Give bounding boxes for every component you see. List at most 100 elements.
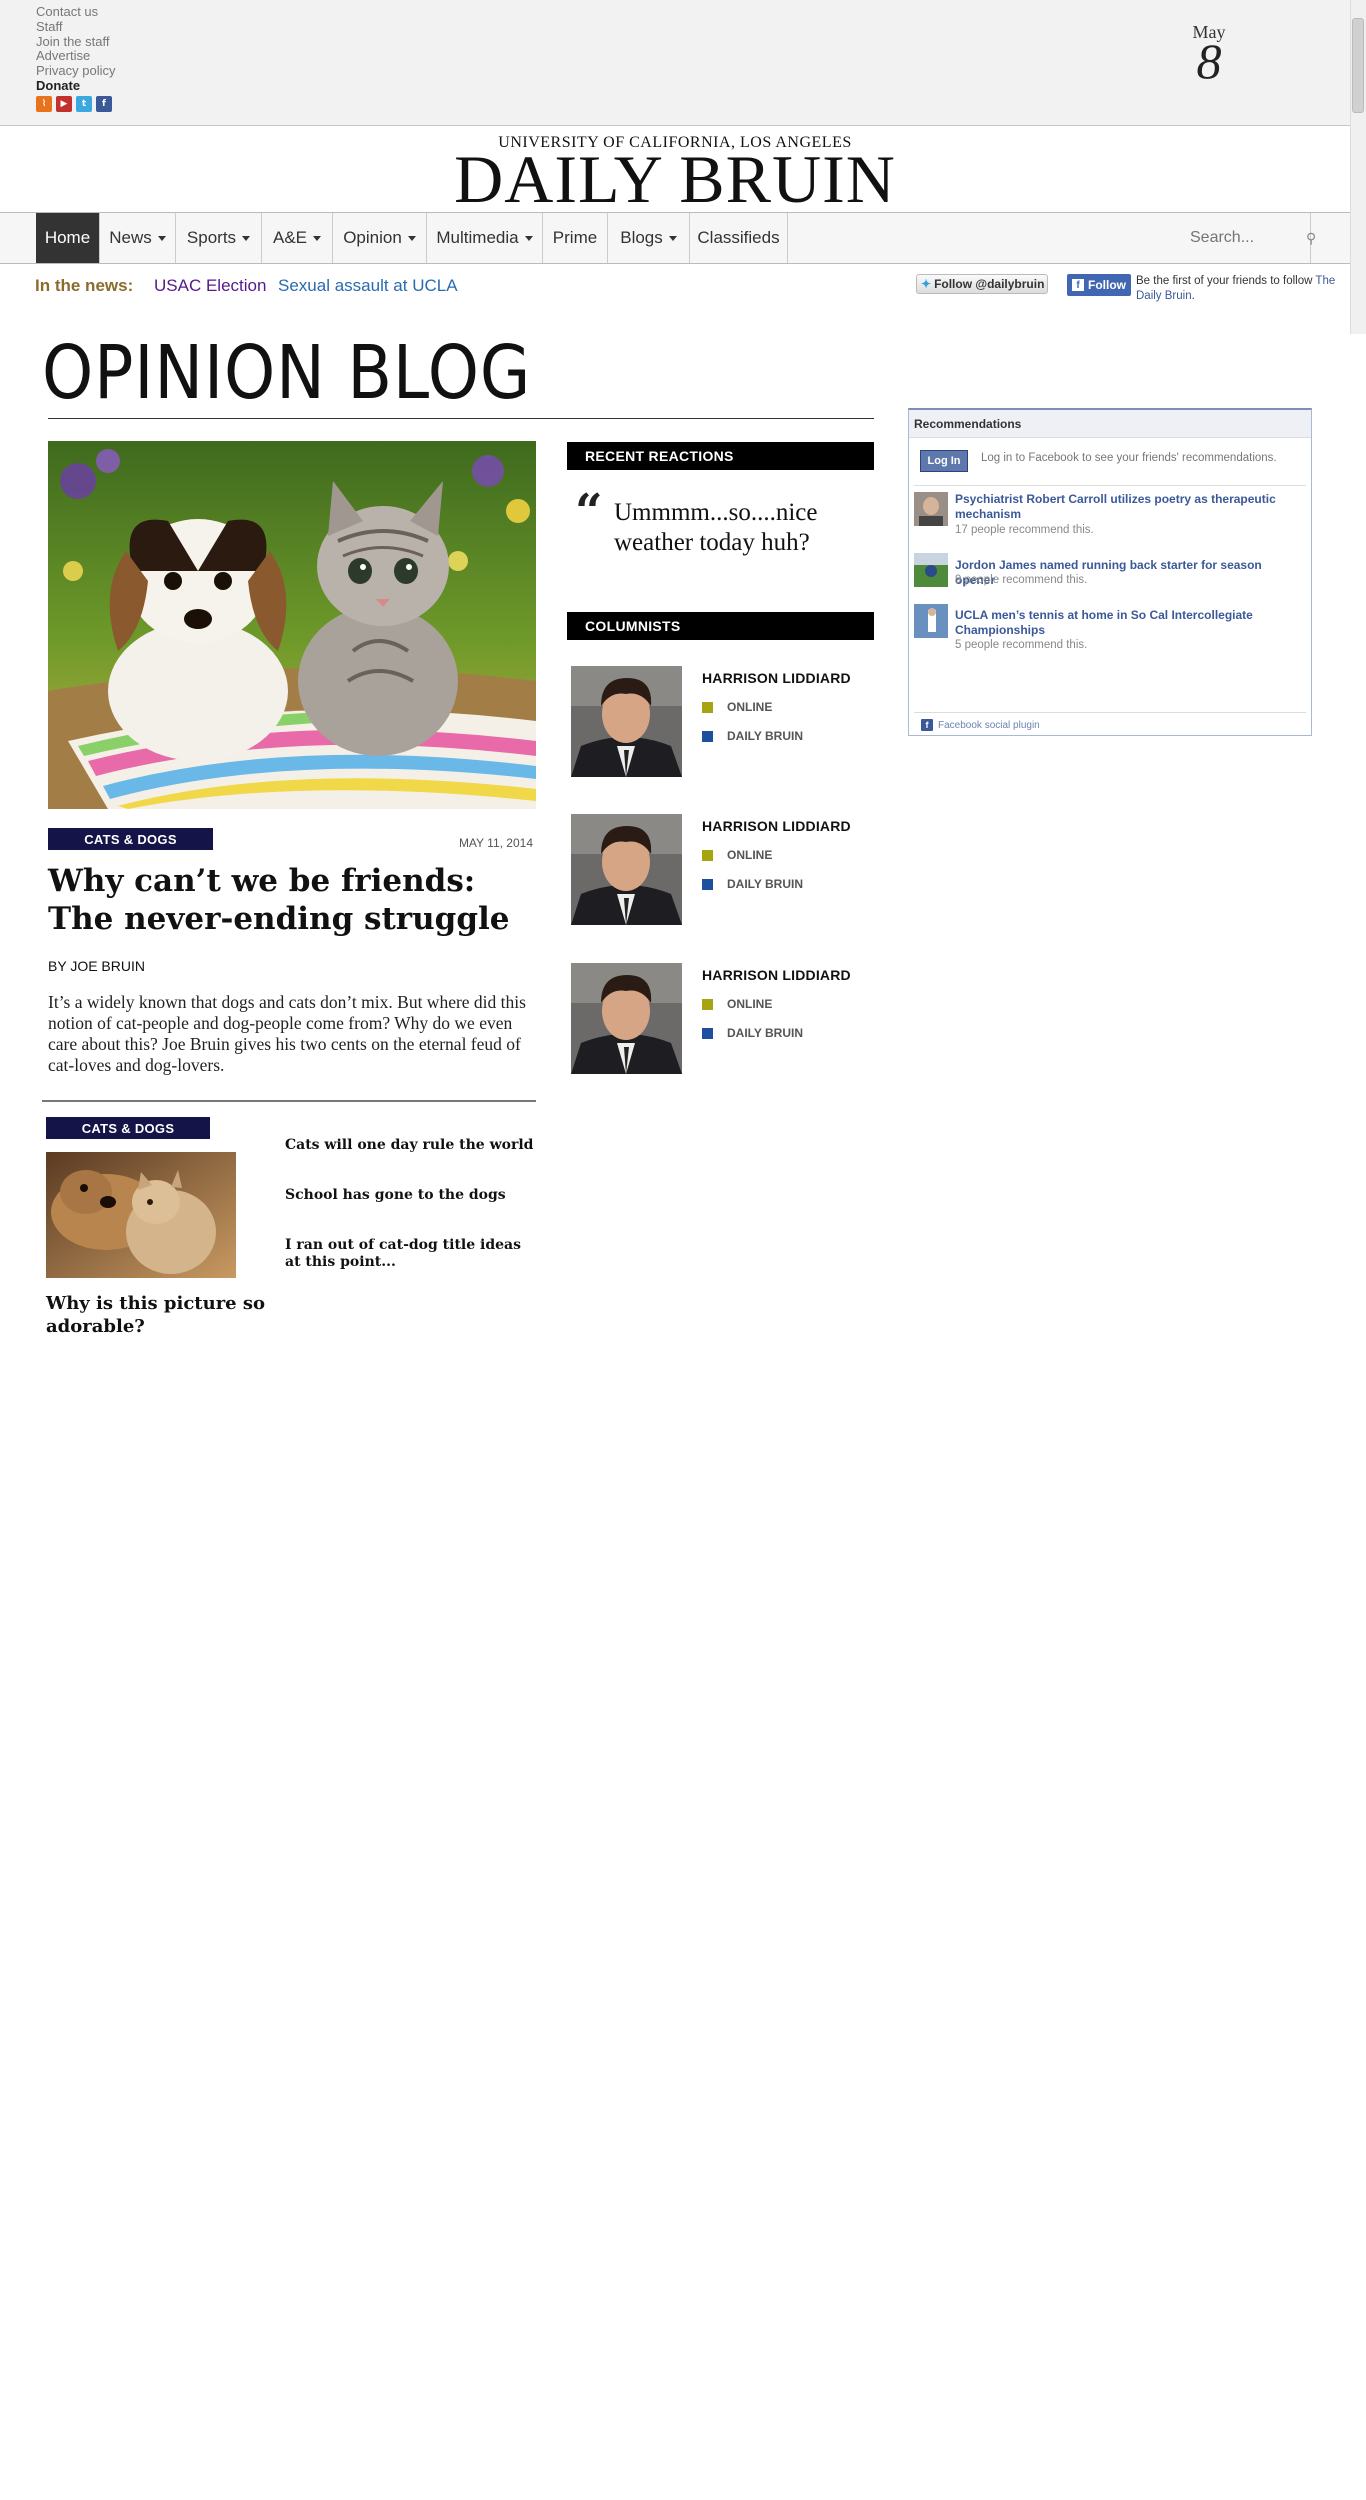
in-the-news-bar: In the news: USAC Election Sexual assaul… [0,264,1350,332]
columnist-tag-online: ONLINE [727,997,773,1011]
secondary-post-image[interactable] [46,1152,236,1278]
headline-link[interactable]: I ran out of cat-dog title ideas at this… [285,1237,535,1271]
nav-sports-label: Sports [186,228,237,247]
youtube-icon[interactable]: ▶ [56,96,72,112]
columnist-tag[interactable]: DAILY BRUIN [702,877,803,891]
page-title: OPINION BLOG [42,330,532,416]
columnist-tag[interactable]: DAILY BRUIN [702,729,803,743]
reaction-quote[interactable]: Ummmm...so....nice weather today huh? [614,498,864,558]
recommendation-count: 9 people recommend this. [955,574,1088,586]
nav-opinion-label: Opinion [343,228,402,247]
featured-post-title[interactable]: Why can’t we be friends: The never-endin… [48,862,536,938]
nav-ae[interactable]: A&E [262,213,333,263]
nav-opinion[interactable]: Opinion [333,213,427,263]
recommendation-thumbnail[interactable] [914,492,948,526]
nav-blogs-label: Blogs [620,228,663,247]
advertise-link[interactable]: Advertise [36,48,90,63]
featured-post-image[interactable] [48,441,536,809]
columnist-tag-daily-bruin: DAILY BRUIN [727,877,804,891]
nav-prime[interactable]: Prime [543,213,608,263]
utility-links: Contact us Staff Join the staff Advertis… [36,4,115,94]
divider [914,485,1306,486]
contact-us-link[interactable]: Contact us [36,4,98,19]
columnist-name[interactable]: HARRISON LIDDIARD [702,818,851,834]
quote-icon: “ [575,484,603,540]
chevron-down-icon [407,235,416,241]
rss-icon[interactable]: ⌇ [36,96,52,112]
masthead-logo[interactable]: DAILY BRUIN [0,142,1350,217]
search-icon[interactable]: ⚲ [1306,230,1316,247]
recommendation-thumbnail[interactable] [914,553,948,587]
tag-square-icon [702,1027,713,1039]
columnists-header: COLUMNISTS [567,612,874,640]
chevron-down-icon [313,235,322,241]
columnist-photo[interactable] [571,963,682,1074]
recommendation-count: 17 people recommend this. [955,524,1094,536]
section-divider [42,1100,536,1102]
recommendation-link[interactable]: UCLA men’s tennis at home in So Cal Inte… [955,608,1305,638]
columnist-photo[interactable] [571,814,682,925]
twitter-icon[interactable]: t [76,96,92,112]
tag-square-icon [702,998,713,1010]
post-excerpt: It’s a widely known that dogs and cats d… [48,992,526,1075]
columnist-tag[interactable]: DAILY BRUIN [702,1026,803,1040]
staff-link[interactable]: Staff [36,19,63,34]
masthead[interactable]: UNIVERSITY OF CALIFORNIA, LOS ANGELES DA… [0,126,1350,216]
category-tag[interactable]: CATS & DOGS [48,828,213,850]
chevron-down-icon [157,235,166,241]
columnist-tag-daily-bruin: DAILY BRUIN [727,1026,804,1040]
secondary-category-tag[interactable]: CATS & DOGS [46,1117,210,1139]
recommendation-link[interactable]: Psychiatrist Robert Carroll utilizes poe… [955,492,1305,522]
facebook-follow-label: Follow [1088,278,1126,292]
nav-ae-label: A&E [272,228,308,247]
nav-classifieds[interactable]: Classifieds [690,213,788,263]
tag-square-icon [702,701,713,713]
twitter-follow-label: Follow @dailybruin [934,277,1045,291]
recommendations-header: Recommendations [909,410,1311,438]
main-nav: Home News Sports A&E Opinion Multimedia … [0,213,1350,264]
nav-home-label: Home [44,228,91,247]
news-link-sexual-assault[interactable]: Sexual assault at UCLA [278,276,458,296]
facebook-icon: f [921,719,933,731]
secondary-post-title[interactable]: Why is this picture so adorable? [46,1292,276,1338]
facebook-plugin-footer[interactable]: f Facebook social plugin [921,719,1040,731]
columnist-name[interactable]: HARRISON LIDDIARD [702,670,851,686]
divider [914,712,1306,713]
news-link-usac[interactable]: USAC Election [154,276,266,296]
facebook-follow-button[interactable]: f Follow [1067,274,1131,296]
nav-blogs[interactable]: Blogs [608,213,690,263]
facebook-icon[interactable]: f [96,96,112,112]
twitter-bird-icon: ✦ [921,277,932,291]
utility-bar: Contact us Staff Join the staff Advertis… [0,0,1350,126]
twitter-follow-button[interactable]: ✦ Follow @dailybruin [916,274,1048,294]
nav-sports[interactable]: Sports [176,213,262,263]
columnist-tag[interactable]: ONLINE [702,997,772,1011]
columnist-photo[interactable] [571,666,682,777]
facebook-recommendations-widget: Recommendations Log In Log in to Faceboo… [908,408,1312,736]
headline-link[interactable]: Cats will one day rule the world [285,1137,535,1154]
facebook-plugin-label: Facebook social plugin [938,719,1040,731]
recommendation-count: 5 people recommend this. [955,639,1088,651]
title-divider [48,418,874,419]
nav-multimedia[interactable]: Multimedia [427,213,543,263]
facebook-follow-prompt: Be the first of your friends to follow [1136,275,1313,287]
columnist-tag[interactable]: ONLINE [702,700,772,714]
columnist-name[interactable]: HARRISON LIDDIARD [702,967,851,983]
donate-link[interactable]: Donate [36,78,80,93]
tag-square-icon [702,730,713,742]
join-staff-link[interactable]: Join the staff [36,34,109,49]
facebook-login-button[interactable]: Log In [920,450,968,472]
scrollbar-thumb[interactable] [1352,18,1364,113]
tag-square-icon [702,849,713,861]
nav-news[interactable]: News [100,213,176,263]
columnist-tag[interactable]: ONLINE [702,848,772,862]
facebook-icon: f [1072,279,1084,291]
nav-news-label: News [109,228,152,247]
chevron-down-icon [242,235,251,241]
tag-square-icon [702,878,713,890]
headline-link[interactable]: School has gone to the dogs [285,1187,535,1204]
recommendation-thumbnail[interactable] [914,604,948,638]
search-input[interactable] [1158,228,1302,248]
privacy-policy-link[interactable]: Privacy policy [36,63,115,78]
nav-home[interactable]: Home [36,213,100,263]
